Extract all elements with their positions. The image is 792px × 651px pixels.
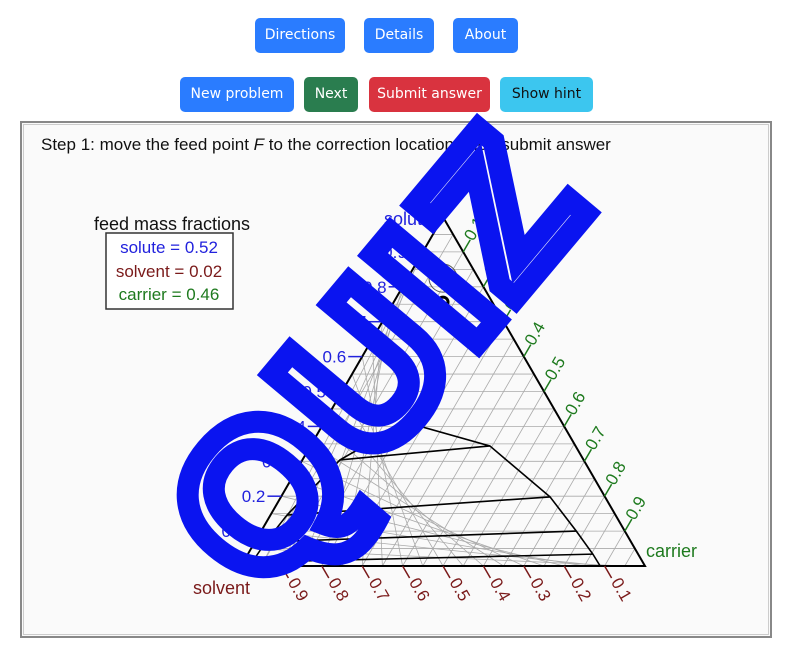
solvent-tick xyxy=(603,565,613,579)
carrier-tick-label: 0.9 xyxy=(622,493,650,523)
solvent-tick-label: 0.6 xyxy=(405,575,433,605)
grid-line xyxy=(624,548,636,567)
solvent-tick xyxy=(401,565,411,579)
solvent-tick-label: 0.3 xyxy=(526,575,554,605)
carrier-tick xyxy=(583,448,593,462)
carrier-tick-label: 0.7 xyxy=(581,423,609,453)
solvent-tick xyxy=(482,565,492,579)
solvent-tick xyxy=(523,565,532,579)
grid-line xyxy=(584,513,616,567)
legend-title: feed mass fractions xyxy=(94,214,250,234)
carrier-tick xyxy=(563,414,572,427)
legend-solvent: solvent = 0.02 xyxy=(116,262,222,281)
carrier-tick-label: 0.5 xyxy=(541,354,569,384)
carrier-tick xyxy=(543,379,552,392)
legend-solute: solute = 0.52 xyxy=(120,238,218,257)
solvent-tick-label: 0.4 xyxy=(486,575,514,605)
ternary-diagram: Step 1: move the feed point F to the cor… xyxy=(41,75,697,637)
carrier-tick xyxy=(603,483,613,497)
carrier-tick xyxy=(624,518,633,532)
solvent-tick xyxy=(442,565,451,579)
solvent-tick xyxy=(361,565,370,579)
solvent-tick-label: 0.7 xyxy=(365,575,393,605)
solvent-tick-label: 0.1 xyxy=(607,575,635,605)
carrier-vertex-label: carrier xyxy=(646,541,697,561)
carrier-tick-label: 0.6 xyxy=(561,388,589,418)
solvent-tick-label: 0.5 xyxy=(446,575,474,605)
solvent-tick xyxy=(563,565,572,579)
solvent-tick-label: 0.2 xyxy=(567,575,595,605)
legend-carrier: carrier = 0.46 xyxy=(119,285,220,304)
carrier-tick-label: 0.8 xyxy=(602,458,630,488)
grid-line xyxy=(503,443,575,567)
